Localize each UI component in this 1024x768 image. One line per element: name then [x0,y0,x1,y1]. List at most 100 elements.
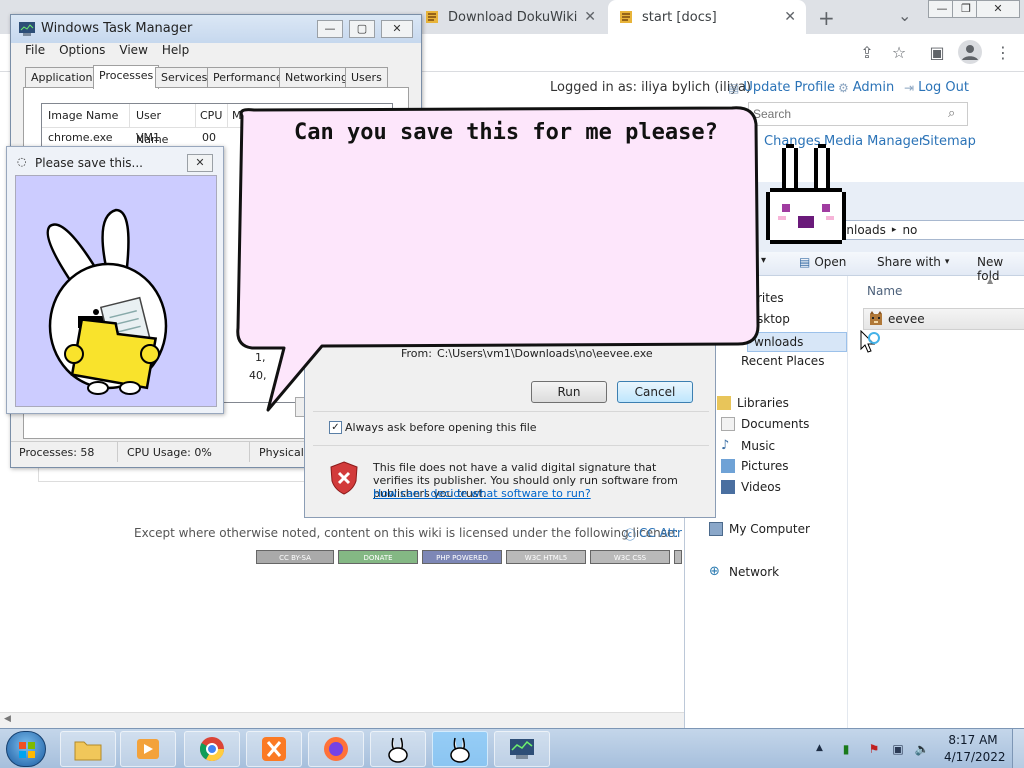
close-window-button[interactable]: ✕ [976,0,1020,18]
always-ask-label: Always ask before opening this file [345,421,537,434]
taskbar-firefox[interactable] [308,731,364,767]
file-row-eevee[interactable]: eevee [863,308,1024,330]
tab-close-icon[interactable]: ✕ [584,9,596,25]
open-button[interactable]: ▤ Open [799,255,846,269]
divider [313,445,709,446]
log-out-link[interactable]: ⇥ Log Out [904,80,969,95]
popup-title: Please save this... [35,156,143,170]
taskbar: ▲ ▮ ⚑ ▣ 🔈 8:17 AM 4/17/2022 [0,728,1024,768]
help-link[interactable]: How can I decide what software to run? [373,487,591,500]
nav-videos[interactable]: Videos [721,480,781,494]
media-player-icon [137,739,159,759]
nav-network[interactable]: ⊕ Network [709,564,779,579]
always-ask-checkbox[interactable]: ✓ [329,421,342,434]
col-cpu[interactable]: CPU [196,104,228,127]
nav-music[interactable]: ♪ Music [721,438,775,453]
status-cpu: CPU Usage: 0% [127,446,212,459]
col-image-name[interactable]: Image Name [42,104,130,127]
nav-pictures[interactable]: Pictures [721,459,789,473]
tab-networking[interactable]: Networking [279,67,354,88]
badge-php[interactable]: PHP POWERED [422,550,502,564]
taskbar-bunny-app-2[interactable] [432,731,488,767]
badge-donate[interactable]: DONATE [338,550,418,564]
taskbar-media-player[interactable] [120,731,176,767]
nav-my-computer[interactable]: My Computer [709,522,810,536]
popup-close-button[interactable]: ✕ [187,154,213,172]
please-save-window: ◌ Please save this... ✕ [6,146,224,414]
tab-start-docs[interactable]: start [docs] ✕ [608,0,806,34]
pictures-icon [721,459,735,473]
tab-search-button[interactable]: ⌄ [898,6,911,25]
taskbar-bunny-app[interactable] [370,731,426,767]
status-physical: Physical [259,446,304,459]
badge-html5[interactable]: W3C HTML5 [506,550,586,564]
show-desktop-button[interactable] [1012,729,1024,768]
mouse-cursor-icon [860,330,880,353]
tab-download-dokuwiki[interactable]: Download DokuWiki ✕ [414,0,606,34]
admin-link[interactable]: ⚙ Admin [838,80,894,95]
task-manager-menubar: File Options View Help [25,43,203,57]
clock-time[interactable]: 8:17 AM [946,733,1000,747]
network-tray-icon[interactable]: ▣ [890,741,906,757]
share-with-button[interactable]: Share with ▾ [877,255,949,270]
logout-icon: ⇥ [904,80,915,95]
pane-divider [847,276,848,728]
taskbar-chrome[interactable] [184,731,240,767]
cc-icon: ⓒ [624,528,637,542]
status-processes: Processes: 58 [19,446,95,459]
column-header-name[interactable]: Name [867,284,902,298]
badge-css[interactable]: W3C CSS [590,550,670,564]
bookmark-star-icon[interactable]: ☆ [888,42,910,64]
menu-help[interactable]: Help [162,43,189,57]
start-orb-button[interactable] [6,731,46,767]
volume-icon[interactable]: 🔈 [914,741,930,757]
breadcrumb-no[interactable]: no [902,223,917,237]
clock-date[interactable]: 4/17/2022 [944,750,1006,764]
tm-minimize-button[interactable]: — [317,20,343,38]
menu-options[interactable]: Options [59,43,105,57]
taskbar-explorer[interactable] [60,731,116,767]
task-manager-title: Windows Task Manager [41,21,193,36]
share-icon[interactable]: ⇪ [856,42,878,64]
tab-close-icon[interactable]: ✕ [784,9,796,25]
taskbar-xampp[interactable] [246,731,302,767]
bunny-app-icon [450,737,470,763]
col-user-name[interactable]: User Name [130,104,196,146]
tab-users[interactable]: Users [345,67,388,88]
side-panel-icon[interactable]: ▣ [926,42,948,64]
show-hidden-icons-button[interactable]: ▲ [816,743,823,753]
cc-license-link[interactable]: ⓒ CC Attr [624,526,682,543]
badge-cut [674,550,682,564]
sitemap-link[interactable]: Sitemap [922,134,976,149]
search-icon[interactable]: ⌕ [948,106,955,121]
tab-services[interactable]: Services [155,67,214,88]
wiki-search-input[interactable] [748,102,968,126]
nav-downloads-selected[interactable]: wnloads [747,332,847,352]
taskbar-task-manager[interactable] [494,731,550,767]
badge-cc-by-sa[interactable]: CC BY-SA [256,550,334,564]
profile-avatar-icon[interactable] [958,40,982,64]
tab-processes[interactable]: Processes [93,65,160,89]
update-profile-link[interactable]: ▤ Update Profile [728,80,835,95]
action-center-flag-icon[interactable]: ⚑ [866,741,882,757]
tab-performance[interactable]: Performance [207,67,289,88]
bunny-holding-folder-icon [46,208,168,395]
new-tab-button[interactable]: + [818,6,835,30]
firefox-icon [324,737,348,761]
tm-close-button[interactable]: ✕ [381,20,413,38]
tray-green-icon[interactable]: ▮ [838,741,854,757]
task-manager-icon [510,739,534,759]
tab-label: start [docs] [642,9,717,25]
computer-icon [709,522,723,536]
nav-documents[interactable]: Documents [721,417,809,431]
menu-kebab-icon[interactable]: ⋮ [992,42,1014,64]
folder-icon [74,741,102,761]
scroll-left-icon[interactable]: ◀ [4,714,11,724]
menu-view[interactable]: View [119,43,147,57]
tm-maximize-button[interactable]: ▢ [349,20,375,38]
tab-label: Download DokuWiki [448,9,578,25]
new-folder-button[interactable]: New fold [977,255,1024,283]
xampp-icon [262,737,286,761]
horizontal-scrollbar[interactable]: ◀ [0,712,684,728]
menu-file[interactable]: File [25,43,45,57]
